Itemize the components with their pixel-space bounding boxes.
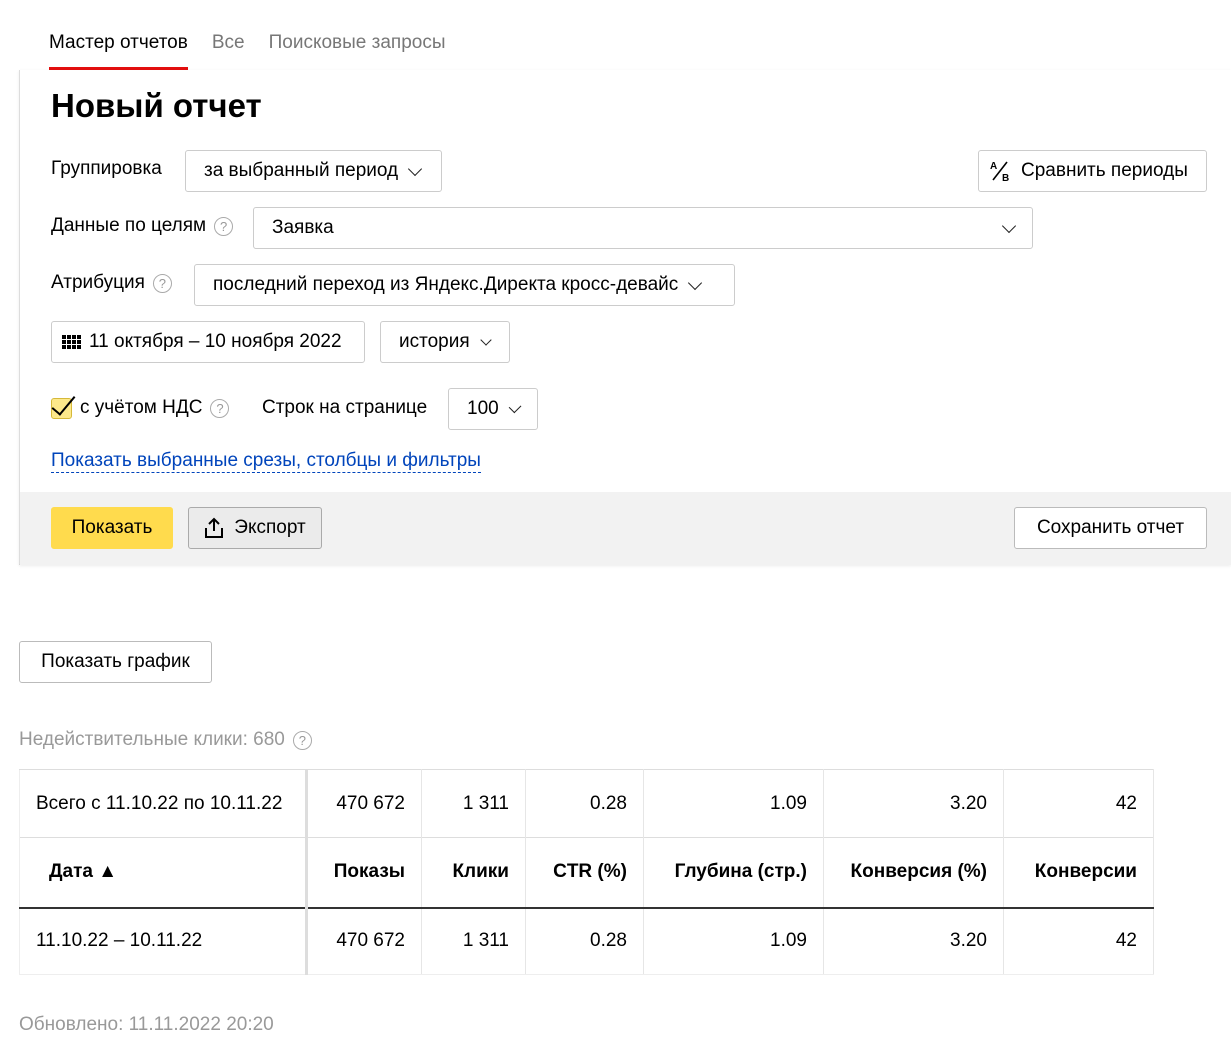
grouping-label: Группировка [51, 158, 162, 179]
column-header-depth[interactable]: Глубина (стр.) [643, 837, 824, 909]
calendar-icon [62, 335, 81, 349]
goals-select[interactable]: Заявка [253, 207, 1033, 249]
column-header-conversions[interactable]: Конверсии [1003, 837, 1154, 909]
report-tabs: Мастер отчетов Все Поисковые запросы [49, 30, 446, 70]
row-conversion-rate: 3.20 [823, 907, 1004, 975]
column-header-conversion-rate[interactable]: Конверсия (%) [823, 837, 1004, 909]
invalid-clicks-info: Недействительные клики: 680 ? [19, 729, 312, 751]
attribution-label: Атрибуция ? [51, 272, 172, 294]
vat-checkbox-group: с учётом НДС ? [51, 397, 230, 419]
total-impressions: 470 672 [306, 769, 422, 838]
show-slices-link[interactable]: Показать выбранные срезы, столбцы и филь… [51, 450, 481, 473]
goals-label: Данные по целям ? [51, 215, 234, 237]
column-header-ctr[interactable]: CTR (%) [525, 837, 644, 909]
updated-timestamp: Обновлено: 11.11.2022 20:20 [19, 1014, 274, 1035]
total-conversions: 42 [1003, 769, 1154, 838]
upload-icon [205, 517, 224, 538]
total-depth: 1.09 [643, 769, 824, 838]
svg-text:B: B [1002, 173, 1009, 183]
chevron-down-icon [688, 275, 703, 290]
help-icon[interactable]: ? [210, 398, 230, 418]
tab-all[interactable]: Все [212, 30, 245, 70]
report-actions-bar: Показать Экспорт Сохранить отчет [20, 492, 1231, 565]
rows-per-page-select[interactable]: 100 [448, 388, 538, 430]
column-header-date[interactable]: Дата ▲ [19, 837, 308, 909]
total-label: Всего с 11.10.22 по 10.11.22 [19, 769, 308, 838]
total-clicks: 1 311 [421, 769, 526, 838]
column-header-impressions[interactable]: Показы [306, 837, 422, 909]
show-button[interactable]: Показать [51, 507, 173, 549]
compare-periods-button[interactable]: A B Сравнить периоды [978, 150, 1207, 192]
chevron-down-icon [508, 400, 522, 413]
row-impressions: 470 672 [306, 907, 422, 975]
row-depth: 1.09 [643, 907, 824, 975]
show-chart-button[interactable]: Показать график [19, 641, 212, 683]
chevron-down-icon [408, 161, 423, 176]
tab-report-wizard[interactable]: Мастер отчетов [49, 30, 188, 70]
chevron-down-icon [479, 333, 492, 346]
row-conversions: 42 [1003, 907, 1154, 975]
table-header-row: Дата ▲ Показы Клики CTR (%) Глубина (стр… [19, 837, 1154, 909]
row-ctr: 0.28 [525, 907, 644, 975]
help-icon[interactable]: ? [292, 730, 312, 750]
attribution-select[interactable]: последний переход из Яндекс.Директа крос… [194, 264, 735, 306]
row-date: 11.10.22 – 10.11.22 [19, 907, 308, 975]
table-total-row: Всего с 11.10.22 по 10.11.22 470 672 1 3… [19, 769, 1154, 838]
history-select[interactable]: история [380, 321, 510, 363]
rows-per-page-label: Строк на странице [262, 397, 428, 418]
help-icon[interactable]: ? [214, 216, 234, 236]
total-ctr: 0.28 [525, 769, 644, 838]
total-conversion-rate: 3.20 [823, 769, 1004, 838]
svg-text:A: A [990, 161, 997, 172]
export-button[interactable]: Экспорт [188, 507, 322, 549]
save-report-button[interactable]: Сохранить отчет [1014, 507, 1207, 549]
date-range-picker[interactable]: 11 октября – 10 ноября 2022 [51, 321, 365, 363]
row-clicks: 1 311 [421, 907, 526, 975]
report-settings-panel: Новый отчет Группировка за выбранный пер… [19, 70, 1231, 565]
report-table: Всего с 11.10.22 по 10.11.22 470 672 1 3… [19, 769, 1154, 975]
grouping-select[interactable]: за выбранный период [185, 150, 442, 192]
help-icon[interactable]: ? [152, 273, 172, 293]
chevron-down-icon [1001, 218, 1017, 233]
page-title: Новый отчет [51, 87, 262, 124]
compare-ab-icon: A B [990, 161, 1009, 183]
column-header-clicks[interactable]: Клики [421, 837, 526, 909]
vat-checkbox[interactable] [51, 397, 72, 419]
table-row: 11.10.22 – 10.11.22 470 672 1 311 0.28 1… [19, 907, 1154, 975]
tab-search-queries[interactable]: Поисковые запросы [269, 30, 446, 70]
